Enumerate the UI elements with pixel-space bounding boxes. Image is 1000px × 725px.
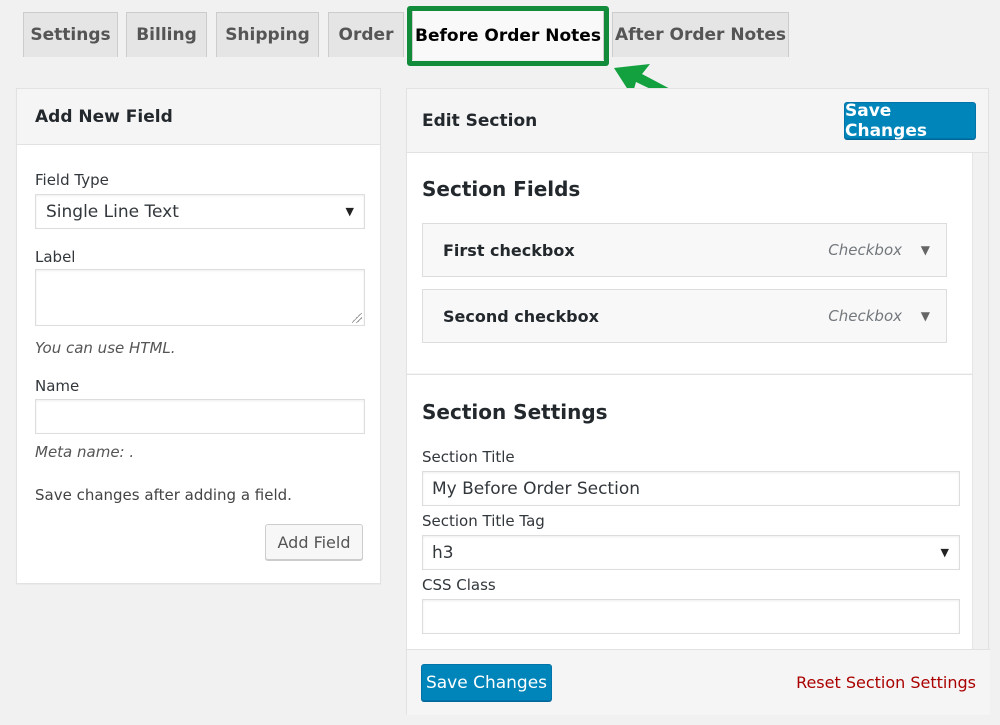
css-class-input[interactable]	[422, 599, 960, 634]
tab-billing[interactable]: Billing	[126, 12, 207, 57]
scrollbar-track[interactable]	[972, 153, 988, 649]
section-settings-heading: Section Settings	[422, 400, 608, 424]
section-title-label: Section Title	[422, 448, 515, 466]
field-type-value: Single Line Text	[46, 201, 179, 222]
reset-section-settings-link[interactable]: Reset Section Settings	[796, 673, 976, 692]
name-input[interactable]	[35, 399, 365, 434]
field-list-item[interactable]: Second checkbox Checkbox ▼	[422, 289, 947, 343]
resize-handle-icon[interactable]	[352, 313, 362, 323]
section-title-tag-label: Section Title Tag	[422, 512, 545, 530]
panel-title: Add New Field	[17, 89, 380, 145]
edit-section-title: Edit Section	[422, 110, 538, 131]
edit-section-header: Edit Section Save Changes	[407, 89, 988, 153]
tab-bar: Settings Billing Shipping Order Before O…	[0, 0, 1000, 132]
add-new-field-panel: Add New Field Field Type Single Line Tex…	[16, 88, 381, 584]
field-type: Checkbox	[828, 307, 902, 325]
add-field-button[interactable]: Add Field	[265, 524, 363, 560]
field-type: Checkbox	[828, 241, 902, 259]
section-title-tag-select[interactable]: h3 ▼	[422, 535, 960, 570]
edit-section-footer: Save Changes Reset Section Settings	[407, 649, 990, 715]
tab-shipping[interactable]: Shipping	[216, 12, 319, 57]
section-title-value: My Before Order Section	[432, 478, 640, 499]
section-settings-area: Section Settings Section Title My Before…	[407, 374, 973, 649]
label-textarea[interactable]	[35, 269, 365, 326]
tab-before-order-notes[interactable]: Before Order Notes	[412, 10, 604, 60]
save-changes-button-top[interactable]: Save Changes	[844, 101, 976, 141]
section-title-input[interactable]: My Before Order Section	[422, 471, 960, 506]
field-list-item[interactable]: First checkbox Checkbox ▼	[422, 223, 947, 277]
section-title-tag-value: h3	[432, 542, 454, 563]
field-type-label: Field Type	[35, 171, 109, 189]
meta-name-hint: Meta name: .	[35, 443, 135, 461]
expand-caret-icon[interactable]: ▼	[921, 243, 930, 257]
label-hint: You can use HTML.	[35, 339, 176, 357]
section-fields-heading: Section Fields	[422, 177, 581, 201]
css-class-label: CSS Class	[422, 576, 496, 594]
field-name: Second checkbox	[443, 306, 599, 326]
name-label: Name	[35, 377, 80, 395]
tab-after-order-notes[interactable]: After Order Notes	[612, 12, 789, 57]
save-changes-button-bottom[interactable]: Save Changes	[421, 664, 552, 701]
field-type-select[interactable]: Single Line Text ▼	[35, 194, 365, 229]
save-note: Save changes after adding a field.	[35, 486, 292, 504]
tab-settings[interactable]: Settings	[23, 12, 118, 57]
chevron-down-icon: ▼	[345, 205, 354, 218]
edit-section-panel: Edit Section Save Changes Section Fields…	[406, 88, 990, 715]
tab-order[interactable]: Order	[328, 12, 404, 57]
section-fields-area: Section Fields First checkbox Checkbox ▼…	[407, 153, 973, 373]
label-label: Label	[35, 248, 76, 266]
field-name: First checkbox	[443, 240, 575, 260]
expand-caret-icon[interactable]: ▼	[921, 309, 930, 323]
chevron-down-icon: ▼	[940, 546, 949, 559]
